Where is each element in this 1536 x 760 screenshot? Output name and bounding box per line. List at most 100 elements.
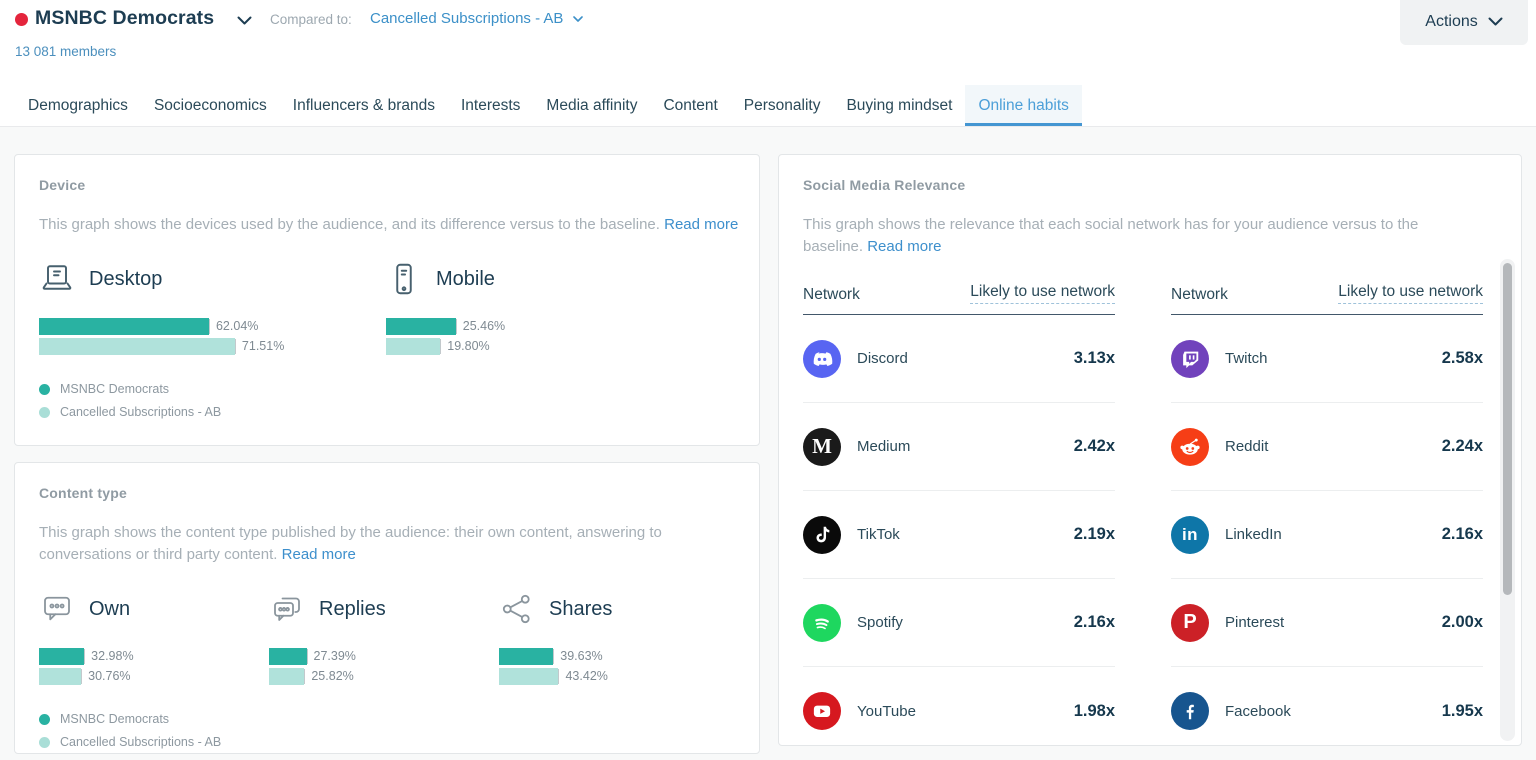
tab-demographics[interactable]: Demographics: [15, 85, 141, 126]
legend-dot-primary: [39, 384, 50, 395]
youtube-icon: [803, 692, 841, 730]
network-name: Pinterest: [1225, 614, 1284, 631]
bar-secondary: [499, 668, 558, 685]
legend-dot-secondary: [39, 407, 50, 418]
tab-socioeconomics[interactable]: Socioeconomics: [141, 85, 280, 126]
bar-value-label: 25.46%: [456, 319, 505, 334]
bar-value-label: 27.39%: [307, 649, 356, 664]
content-read-more-link[interactable]: Read more: [282, 546, 356, 563]
chat-bubbles-icon: [269, 591, 305, 627]
network-value: 2.16x: [1442, 525, 1483, 544]
legend-label: Cancelled Subscriptions - AB: [60, 735, 221, 749]
legend-dot-primary: [39, 714, 50, 725]
network-value: 2.00x: [1442, 613, 1483, 632]
chat-bubble-icon: [39, 591, 75, 627]
network-row-youtube: YouTube 1.98x: [803, 667, 1115, 755]
tab-interests[interactable]: Interests: [448, 85, 533, 126]
network-name: Facebook: [1225, 703, 1291, 720]
legend-dot-secondary: [39, 737, 50, 748]
tab-influencers-brands[interactable]: Influencers & brands: [280, 85, 448, 126]
network-row-spotify: Spotify 2.16x: [803, 579, 1115, 667]
audience-chevron-down-icon[interactable]: [237, 16, 252, 25]
content-type-panel: Content type This graph shows the conten…: [14, 462, 760, 754]
tab-online-habits[interactable]: Online habits: [965, 85, 1081, 126]
device-panel: Device This graph shows the devices used…: [14, 154, 760, 446]
bar-value-label: 39.63%: [553, 649, 602, 664]
network-name: Medium: [857, 438, 910, 455]
network-row-reddit: Reddit 2.24x: [1171, 403, 1483, 491]
bar-value-label: 71.51%: [235, 339, 284, 354]
compared-to-selector[interactable]: Cancelled Subscriptions - AB: [370, 10, 583, 27]
likely-column-header[interactable]: Likely to use network: [970, 283, 1115, 304]
tab-content[interactable]: Content: [650, 85, 730, 126]
content-group-label: Replies: [319, 598, 386, 621]
pinterest-icon: P: [1171, 604, 1209, 642]
laptop-icon: [39, 261, 75, 297]
network-value: 3.13x: [1074, 349, 1115, 368]
bar-value-label: 43.42%: [558, 669, 607, 684]
network-name: LinkedIn: [1225, 526, 1282, 543]
network-row-tiktok: TikTok 2.19x: [803, 491, 1115, 579]
bar-secondary: [386, 338, 440, 355]
audience-name: MSNBC Democrats: [35, 7, 214, 30]
actions-button[interactable]: Actions: [1400, 0, 1528, 45]
bar-primary: [39, 648, 84, 665]
content-type-panel-title: Content type: [39, 485, 735, 501]
network-name: YouTube: [857, 703, 916, 720]
section-tabbar: Demographics Socioeconomics Influencers …: [0, 85, 1536, 127]
compared-to-value: Cancelled Subscriptions - AB: [370, 10, 563, 27]
content-group-label: Shares: [549, 598, 612, 621]
bar-primary: [386, 318, 456, 335]
bar-value-label: 30.76%: [81, 669, 130, 684]
tab-personality[interactable]: Personality: [731, 85, 834, 126]
network-name: Spotify: [857, 614, 903, 631]
social-read-more-link[interactable]: Read more: [867, 238, 941, 255]
network-value: 2.42x: [1074, 437, 1115, 456]
legend-label: MSNBC Democrats: [60, 712, 169, 726]
facebook-icon: [1171, 692, 1209, 730]
compared-to-chevron-down-icon: [573, 16, 583, 23]
content-type-panel-description: This graph shows the content type publis…: [39, 522, 701, 566]
device-panel-description: This graph shows the devices used by the…: [39, 214, 745, 236]
bar-primary: [269, 648, 307, 665]
tab-buying-mindset[interactable]: Buying mindset: [833, 85, 965, 126]
network-name: Reddit: [1225, 438, 1268, 455]
network-name: Twitch: [1225, 350, 1268, 367]
network-column-header: Network: [803, 286, 860, 304]
network-value: 2.24x: [1442, 437, 1483, 456]
likely-column-header[interactable]: Likely to use network: [1338, 283, 1483, 304]
network-row-linkedin: in LinkedIn 2.16x: [1171, 491, 1483, 579]
actions-chevron-down-icon: [1488, 17, 1503, 26]
bar-value-label: 32.98%: [84, 649, 133, 664]
network-name: TikTok: [857, 526, 900, 543]
content-group-shares: Shares 39.63% 43.42%: [499, 591, 612, 688]
device-group-mobile: Mobile 25.46% 19.80%: [386, 261, 505, 358]
audience-header: MSNBC Democrats Compared to: Cancelled S…: [0, 0, 1536, 85]
device-panel-title: Device: [39, 177, 735, 193]
bar-secondary: [39, 668, 81, 685]
network-value: 2.19x: [1074, 525, 1115, 544]
network-value: 2.16x: [1074, 613, 1115, 632]
network-name: Discord: [857, 350, 908, 367]
content-area: Device This graph shows the devices used…: [0, 127, 1536, 760]
device-legend: MSNBC Democrats Cancelled Subscriptions …: [39, 382, 735, 419]
discord-icon: [803, 340, 841, 378]
device-group-label: Desktop: [89, 268, 162, 291]
legend-label: MSNBC Democrats: [60, 382, 169, 396]
device-group-label: Mobile: [436, 268, 495, 291]
twitch-icon: [1171, 340, 1209, 378]
medium-icon: M: [803, 428, 841, 466]
actions-button-label: Actions: [1425, 13, 1477, 31]
bar-primary: [39, 318, 209, 335]
device-chart: Desktop 62.04% 71.51% Mobile: [39, 261, 735, 358]
tab-media-affinity[interactable]: Media affinity: [533, 85, 650, 126]
device-read-more-link[interactable]: Read more: [664, 216, 738, 233]
scrollbar-track[interactable]: [1500, 259, 1515, 741]
network-value: 2.58x: [1442, 349, 1483, 368]
bar-value-label: 25.82%: [304, 669, 353, 684]
audience-status-dot: [15, 13, 28, 26]
network-value: 1.98x: [1074, 702, 1115, 721]
reddit-icon: [1171, 428, 1209, 466]
network-table-body: Discord 3.13x Twitch 2.58x M Medium 2.42…: [803, 315, 1497, 755]
scrollbar-thumb[interactable]: [1503, 263, 1512, 595]
